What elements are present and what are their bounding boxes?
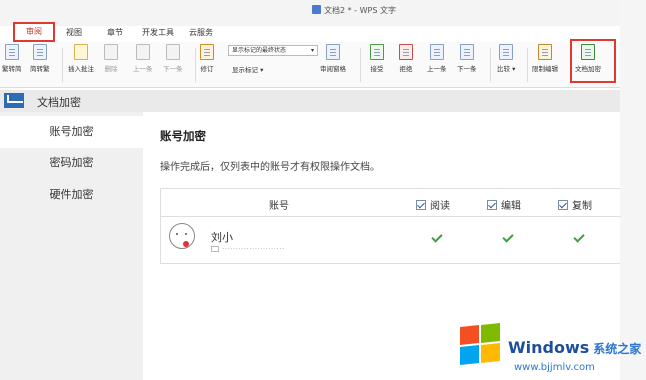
tab-cloud[interactable]: 云服务 bbox=[189, 27, 213, 38]
edit-check-icon[interactable] bbox=[502, 231, 514, 243]
sidebar-item-account-encrypt[interactable]: 账号加密 bbox=[0, 116, 143, 148]
wps-logo-icon bbox=[4, 93, 24, 108]
prev-comment-button[interactable]: 上一条 bbox=[133, 44, 153, 73]
watermark-url: www.bjjmlv.com bbox=[514, 362, 595, 373]
tab-review[interactable]: 审阅 bbox=[13, 22, 55, 42]
next-icon bbox=[165, 44, 180, 60]
column-header-account: 账号 bbox=[269, 201, 289, 212]
sidebar-item-hardware-encrypt[interactable]: 硬件加密 bbox=[0, 179, 143, 211]
watermark: Windows 系统之家 www.bjjmlv.com bbox=[458, 318, 646, 378]
table-header: 账号 阅读 编辑 复制 bbox=[161, 189, 621, 217]
revise-button[interactable]: 修订 bbox=[200, 44, 214, 73]
lock-icon bbox=[538, 44, 552, 60]
tab-chapter[interactable]: 章节 bbox=[107, 27, 123, 38]
page-description: 操作完成后，仅列表中的账号才有权限操作文档。 bbox=[160, 162, 380, 173]
next-change-icon bbox=[459, 44, 474, 60]
restrict-edit-button[interactable]: 限制编辑 bbox=[532, 44, 558, 73]
accept-button[interactable]: 接受 bbox=[370, 44, 384, 73]
sidebar-item-password-encrypt[interactable]: 密码加密 bbox=[0, 147, 143, 179]
column-header-read[interactable]: 阅读 bbox=[416, 197, 450, 212]
divider bbox=[360, 48, 361, 82]
edit-all-checkbox[interactable] bbox=[487, 200, 497, 210]
window-title: 文档2 * - WPS 文字 bbox=[312, 5, 396, 16]
prev-change-button[interactable]: 上一条 bbox=[427, 44, 447, 73]
convert-icon bbox=[4, 44, 19, 60]
avatar bbox=[169, 223, 195, 249]
prev-icon bbox=[135, 44, 150, 60]
ribbon-toolbar: 繁转简 简转繁 插入批注 删除 上一条 下一条 修订 显示标记的最终状态 ▾ 显示… bbox=[0, 42, 620, 88]
wps-writer-icon bbox=[312, 5, 321, 14]
tab-developer[interactable]: 开发工具 bbox=[142, 27, 174, 38]
next-comment-button[interactable]: 下一条 bbox=[163, 44, 183, 73]
reject-icon bbox=[399, 44, 413, 60]
doc-encrypt-highlight bbox=[570, 39, 616, 83]
show-markup-button[interactable]: 显示标记 ▾ bbox=[232, 64, 263, 74]
read-check-icon[interactable] bbox=[431, 231, 443, 243]
delete-icon bbox=[104, 44, 118, 60]
divider bbox=[490, 48, 491, 82]
divider bbox=[62, 48, 63, 82]
chevron-down-icon: ▾ bbox=[310, 47, 314, 54]
prev-change-icon bbox=[429, 44, 444, 60]
mail-icon bbox=[211, 246, 219, 252]
user-email: ······················· bbox=[211, 245, 285, 253]
column-header-copy[interactable]: 复制 bbox=[558, 197, 592, 212]
comment-icon bbox=[74, 44, 88, 60]
compare-icon bbox=[499, 44, 514, 60]
user-name: 刘小 bbox=[211, 231, 233, 244]
markup-state-select[interactable]: 显示标记的最终状态 ▾ bbox=[228, 45, 318, 56]
windows-logo-icon bbox=[458, 322, 502, 366]
convert-icon bbox=[32, 44, 47, 60]
simp-to-trad-button[interactable]: 简转繁 bbox=[30, 44, 50, 73]
panel-title: 文档加密 bbox=[37, 96, 81, 109]
reject-button[interactable]: 拒绝 bbox=[399, 44, 413, 73]
watermark-brand: Windows 系统之家 bbox=[508, 338, 642, 357]
review-pane-icon bbox=[326, 44, 340, 60]
revise-icon bbox=[200, 44, 214, 60]
encrypt-sidebar: 账号加密 密码加密 硬件加密 bbox=[0, 112, 143, 380]
insert-comment-button[interactable]: 插入批注 bbox=[68, 44, 94, 73]
tab-view[interactable]: 视图 bbox=[66, 27, 82, 38]
copy-check-icon[interactable] bbox=[573, 231, 585, 243]
delete-comment-button[interactable]: 删除 bbox=[104, 44, 118, 73]
column-header-edit[interactable]: 编辑 bbox=[487, 197, 521, 212]
next-change-button[interactable]: 下一条 bbox=[457, 44, 477, 73]
account-table: 账号 阅读 编辑 复制 刘小 ······················· bbox=[160, 188, 621, 264]
compare-button[interactable]: 比较 ▾ bbox=[497, 44, 515, 73]
divider bbox=[527, 48, 528, 82]
review-pane-button[interactable]: 审阅窗格 bbox=[320, 44, 346, 73]
panel-header: 文档加密 bbox=[0, 90, 620, 112]
trad-to-simp-button[interactable]: 繁转简 bbox=[2, 44, 22, 73]
title-bar: 文档2 * - WPS 文字 bbox=[0, 0, 646, 26]
accept-icon bbox=[370, 44, 384, 60]
read-all-checkbox[interactable] bbox=[416, 200, 426, 210]
copy-all-checkbox[interactable] bbox=[558, 200, 568, 210]
divider bbox=[195, 48, 196, 82]
page-title: 账号加密 bbox=[160, 129, 206, 143]
